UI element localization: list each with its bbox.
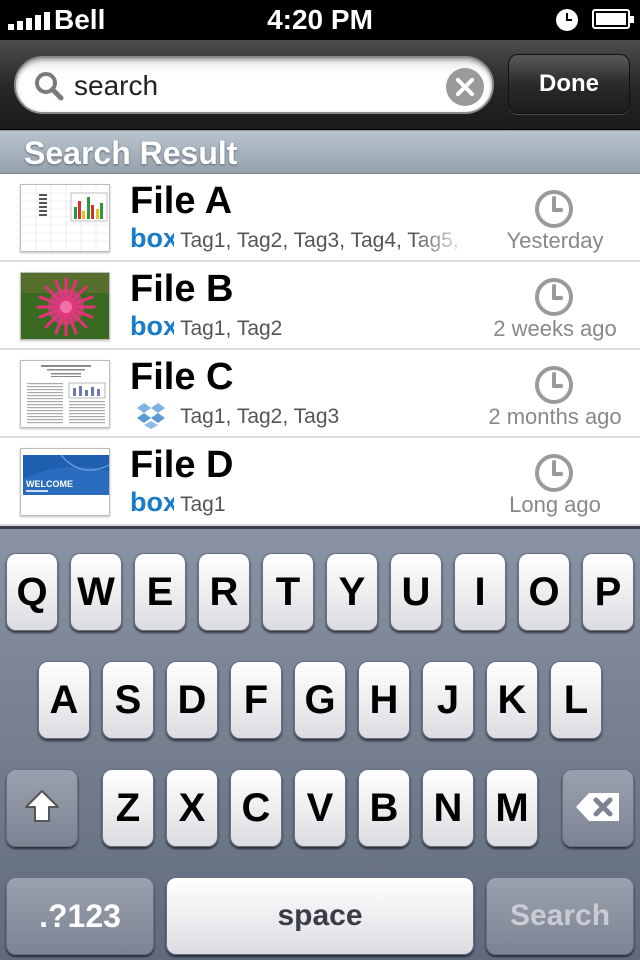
status-bar: Bell 4:20 PM [0, 0, 640, 40]
modified-time: 2 weeks ago [493, 316, 617, 341]
battery-icon [592, 9, 634, 29]
space-key[interactable]: space [166, 877, 474, 955]
key-z[interactable]: Z [102, 769, 154, 847]
key-w[interactable]: W [70, 553, 122, 631]
clock-icon [535, 454, 573, 492]
clock-icon [535, 190, 573, 228]
modified-time: 2 months ago [488, 404, 622, 429]
flower-photo-thumbnail [20, 272, 110, 340]
key-f[interactable]: F [230, 661, 282, 739]
result-row-file-b[interactable]: File B box Tag1, Tag2 2 weeks ago [0, 262, 640, 350]
key-a[interactable]: A [38, 661, 90, 739]
key-k[interactable]: K [486, 661, 538, 739]
key-l[interactable]: L [550, 661, 602, 739]
document-thumbnail [20, 360, 110, 428]
numbers-key[interactable]: .?123 [6, 877, 154, 955]
key-o[interactable]: O [518, 553, 570, 631]
backspace-icon [576, 793, 619, 821]
svg-text:box: box [130, 491, 174, 515]
key-n[interactable]: N [422, 769, 474, 847]
status-time: 4:20 PM [267, 4, 373, 35]
svg-text:WELCOME: WELCOME [26, 479, 73, 489]
key-j[interactable]: J [422, 661, 474, 739]
keyboard: Q W E R T Y U I O P A S D F G H J K L Z … [0, 526, 640, 960]
clear-search-icon[interactable] [446, 68, 484, 106]
svg-text:box: box [130, 315, 174, 339]
key-v[interactable]: V [294, 769, 346, 847]
file-name: File B [130, 268, 234, 310]
file-tags: Tag1, Tag2 [180, 317, 283, 340]
box-logo-icon: box [130, 315, 174, 339]
file-tags: Tag1 [180, 493, 226, 516]
result-list: File A box Tag1, Tag2, Tag3, Tag4, Tag5,… [0, 174, 640, 526]
svg-text:box: box [130, 227, 174, 251]
key-c[interactable]: C [230, 769, 282, 847]
key-e[interactable]: E [134, 553, 186, 631]
clock-icon [535, 366, 573, 404]
shift-key[interactable] [6, 769, 78, 847]
key-d[interactable]: D [166, 661, 218, 739]
key-y[interactable]: Y [326, 553, 378, 631]
file-tags: Tag1, Tag2, Tag3 [180, 405, 340, 428]
search-field[interactable] [14, 56, 494, 114]
result-row-file-a[interactable]: File A box Tag1, Tag2, Tag3, Tag4, Tag5,… [0, 174, 640, 262]
file-tags: Tag1, Tag2, Tag3, Tag4, Tag5, [180, 229, 459, 252]
key-i[interactable]: I [454, 553, 506, 631]
search-icon [35, 72, 64, 101]
file-name: File D [130, 444, 234, 486]
spreadsheet-thumbnail [20, 184, 110, 252]
key-m[interactable]: M [486, 769, 538, 847]
key-s[interactable]: S [102, 661, 154, 739]
search-bar: Done [0, 40, 640, 130]
key-b[interactable]: B [358, 769, 410, 847]
key-u[interactable]: U [390, 553, 442, 631]
file-name: File A [130, 180, 233, 222]
key-g[interactable]: G [294, 661, 346, 739]
key-q[interactable]: Q [6, 553, 58, 631]
modified-time: Yesterday [506, 228, 604, 253]
dropbox-logo-icon [137, 403, 165, 429]
alarm-clock-icon [556, 9, 578, 31]
search-input[interactable] [74, 66, 444, 106]
key-r[interactable]: R [198, 553, 250, 631]
key-p[interactable]: P [582, 553, 634, 631]
clock-icon [535, 278, 573, 316]
result-row-file-d[interactable]: WELCOME File D box Tag1 Long ago [0, 438, 640, 526]
shift-arrow-icon [25, 790, 59, 822]
file-name: File C [130, 356, 234, 398]
result-row-file-c[interactable]: File C Tag1, Tag2, Tag3 2 months ago [0, 350, 640, 438]
presentation-thumbnail: WELCOME [20, 448, 110, 516]
backspace-key[interactable] [562, 769, 634, 847]
done-button[interactable]: Done [508, 54, 630, 114]
box-logo-icon: box [130, 227, 174, 251]
section-header-title: Search Result [24, 135, 238, 171]
key-x[interactable]: X [166, 769, 218, 847]
key-t[interactable]: T [262, 553, 314, 631]
search-key[interactable]: Search [486, 877, 634, 955]
modified-time: Long ago [509, 492, 601, 517]
box-logo-icon: box [130, 491, 174, 515]
section-header: Search Result [0, 130, 640, 174]
key-h[interactable]: H [358, 661, 410, 739]
